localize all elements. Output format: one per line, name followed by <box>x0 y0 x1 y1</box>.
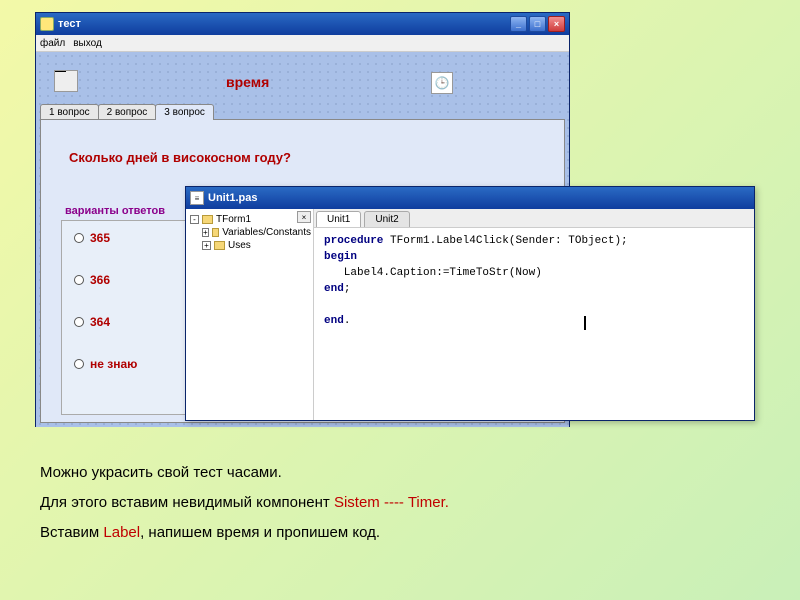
text-cursor <box>584 316 586 330</box>
file-icon: ≡ <box>190 191 204 205</box>
test-window-titlebar[interactable]: тест _ □ × <box>36 13 569 35</box>
minimize-button[interactable]: _ <box>510 16 527 32</box>
tree-item-form[interactable]: -TForm1 <box>188 213 311 226</box>
time-label[interactable]: время <box>226 74 269 90</box>
radio-icon <box>74 233 84 243</box>
editor-title: Unit1.pas <box>208 192 750 204</box>
tree-item-uses[interactable]: +Uses <box>188 239 311 252</box>
tree-item-vars[interactable]: +Variables/Constants <box>188 226 311 239</box>
maximize-button[interactable]: □ <box>529 16 546 32</box>
explain-line-1: Можно украсить свой тест часами. <box>40 458 449 488</box>
window-title: тест <box>58 18 510 30</box>
radio-icon <box>74 317 84 327</box>
radio-icon <box>74 359 84 369</box>
explain-line-2: Для этого вставим невидимый компонент Si… <box>40 488 449 518</box>
menubar: файл выход <box>36 35 569 52</box>
question-tabs: 1 вопрос 2 вопрос 3 вопрос <box>40 104 213 120</box>
code-tab-unit2[interactable]: Unit2 <box>364 211 409 227</box>
structure-tree: × -TForm1 +Variables/Constants +Uses <box>186 209 314 420</box>
tab-q2[interactable]: 2 вопрос <box>98 104 157 120</box>
close-button[interactable]: × <box>548 16 565 32</box>
radio-icon <box>74 275 84 285</box>
code-editor-window: ≡ Unit1.pas × -TForm1 +Variables/Constan… <box>185 186 755 421</box>
menu-exit[interactable]: выход <box>73 38 102 49</box>
variants-label: варианты ответов <box>65 205 165 217</box>
code-tab-unit1[interactable]: Unit1 <box>316 211 361 227</box>
code-file-tabs: Unit1 Unit2 <box>314 209 754 228</box>
tab-q1[interactable]: 1 вопрос <box>40 104 99 120</box>
tab-q3[interactable]: 3 вопрос <box>155 104 214 120</box>
editor-titlebar[interactable]: ≡ Unit1.pas <box>186 187 754 209</box>
code-pane: Unit1 Unit2 procedure TForm1.Label4Click… <box>314 209 754 420</box>
code-editor-text[interactable]: procedure TForm1.Label4Click(Sender: TOb… <box>314 228 754 420</box>
tree-close-button[interactable]: × <box>297 211 311 223</box>
timer-icon[interactable]: 🕒 <box>431 72 453 94</box>
explain-line-3: Вставим Label, напишем время и пропишем … <box>40 518 449 548</box>
question-text: Сколько дней в високосном году? <box>69 150 291 165</box>
explanatory-text: Можно украсить свой тест часами. Для это… <box>40 458 449 548</box>
menu-file[interactable]: файл <box>40 38 65 49</box>
component-button[interactable]: ⎺ <box>54 70 78 92</box>
app-icon <box>40 17 54 31</box>
